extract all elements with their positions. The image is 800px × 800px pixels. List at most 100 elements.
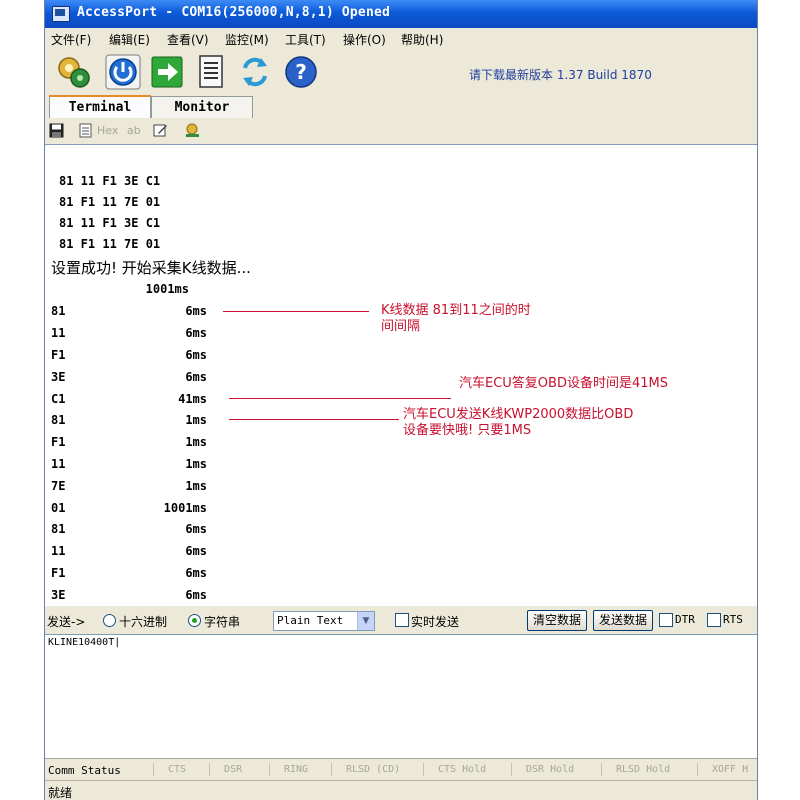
rts-label[interactable]: RTS [723,613,743,626]
menu-bar: 文件(F) 编辑(E) 查看(V) 监控(M) 工具(T) 操作(O) 帮助(H… [45,28,757,50]
document-button[interactable] [193,54,229,90]
comm-status-bar: Comm Status CTS DSR RING RLSD (CD) CTS H… [45,758,757,781]
tab-terminal[interactable]: Terminal [49,95,151,120]
svg-text:?: ? [295,60,307,84]
app-icon [52,6,70,22]
menu-tools[interactable]: 工具(T) [285,31,326,48]
cts-indicator: CTS [153,763,186,776]
hex-label[interactable]: Hex [97,124,118,137]
hex-line: 81 11 F1 3E C1 [59,174,161,188]
menu-edit[interactable]: 编辑(E) [109,31,150,48]
power-icon [105,54,141,90]
byte-value: 81 [51,304,66,318]
interval-value: 6ms [185,304,207,318]
view-tabs: Terminal Monitor [45,94,757,120]
dsr-hold-indicator: DSR Hold [511,763,574,776]
refresh-button[interactable] [237,54,273,90]
app-status-bar: 就绪 [45,780,757,800]
rlsd-hold-indicator: RLSD Hold [601,763,670,776]
hex-view-icon[interactable] [79,123,94,138]
send-input-area[interactable]: KLINE10400T| [45,634,757,759]
send-arrow-button[interactable] [149,54,185,90]
annotation-pointer [229,419,399,420]
interval-value: 1ms [185,413,207,427]
interval-value: 6ms [185,566,207,580]
byte-value: F1 [51,348,66,362]
interval-value: 1ms [185,435,207,449]
byte-value: 11 [51,457,66,471]
xoff-hold-indicator: XOFF H [697,763,748,776]
menu-operate[interactable]: 操作(O) [343,31,386,48]
ring-indicator: RING [269,763,308,776]
send-input-text: KLINE10400T| [48,637,121,648]
interval-value: 6ms [185,326,207,340]
refresh-arrows-icon [243,57,267,87]
interval-value: 6ms [185,522,207,536]
document-icon [199,55,223,88]
byte-value: 81 [51,413,66,427]
clear-data-button[interactable]: 清空数据 [527,610,587,631]
interval-value: 6ms [185,348,207,362]
dtr-label[interactable]: DTR [675,613,695,626]
byte-value: 11 [51,326,66,340]
realtime-send-checkbox[interactable] [395,613,409,627]
power-open-button[interactable] [105,54,141,90]
annotation-k-line-interval: K线数据 81到11之间的时 间间隔 [381,303,531,334]
chevron-down-icon[interactable]: ▼ [357,612,374,630]
hex-radio[interactable] [103,614,116,627]
version-notice[interactable]: 请下载最新版本 1.37 Build 1870 [469,66,652,83]
menu-monitor[interactable]: 监控(M) [225,31,269,48]
ab-label[interactable]: ab [127,124,141,137]
byte-value: F1 [51,435,66,449]
connection-settings-button[interactable] [55,54,91,90]
menu-help[interactable]: 帮助(H) [401,31,443,48]
byte-value: 3E [51,588,66,602]
hex-line: 81 F1 11 7E 01 [59,195,161,209]
app-window: AccessPort - COM16(256000,N,8,1) Opened … [44,0,758,800]
menu-view[interactable]: 查看(V) [167,31,209,48]
interval-value: 1001ms [163,501,207,515]
hex-line: 81 11 F1 3E C1 [59,216,161,230]
byte-value: 01 [51,501,66,515]
title-bar: AccessPort - COM16(256000,N,8,1) Opened [45,0,757,28]
edit-icon[interactable] [153,123,168,138]
byte-value: 3E [51,370,66,384]
string-option-label[interactable]: 字符串 [204,613,240,630]
annotation-pointer [223,311,369,312]
byte-value: F1 [51,566,66,580]
string-radio[interactable] [188,614,201,627]
byte-value: C1 [51,392,66,406]
hex-option-label[interactable]: 十六进制 [119,613,167,630]
format-select[interactable]: Plain Text ▼ [273,611,375,631]
rts-checkbox[interactable] [707,613,721,627]
interval-value: 6ms [185,544,207,558]
comm-status-label: Comm Status [48,764,121,777]
dtr-checkbox[interactable] [659,613,673,627]
hex-line: 81 F1 11 7E 01 [59,237,161,251]
main-toolbar: ? 请下载最新版本 1.37 Build 1870 [45,50,757,95]
annotation-ecu-reply: 汽车ECU答复OBD设备时间是41MS [459,376,668,391]
byte-value: 7E [51,479,66,493]
annotation-ecu-send: 汽车ECU发送K线KWP2000数据比OBD 设备要快哦! 只要1MS [403,407,634,438]
send-data-button[interactable]: 发送数据 [593,610,653,631]
byte-value: 11 [51,544,66,558]
format-select-value: Plain Text [277,614,344,627]
menu-file[interactable]: 文件(F) [51,31,91,48]
terminal-toolbar: Hex ab [45,118,757,144]
tab-monitor[interactable]: Monitor [151,96,253,118]
clear-screen-icon[interactable] [185,123,200,138]
rlsd-indicator: RLSD (CD) [331,763,400,776]
cts-hold-indicator: CTS Hold [423,763,486,776]
save-icon[interactable] [49,123,64,138]
window-title: AccessPort - COM16(256000,N,8,1) Opened [77,5,391,20]
help-icon: ? [285,56,317,88]
help-button[interactable]: ? [283,54,319,90]
interval-value: 6ms [185,588,207,602]
byte-value: 81 [51,522,66,536]
ready-status: 就绪 [48,786,73,800]
terminal-output[interactable]: 81 11 F1 3E C1 81 F1 11 7E 01 81 11 F1 3… [45,144,757,607]
interval-value: 1001ms [145,282,189,296]
realtime-send-label[interactable]: 实时发送 [411,613,459,630]
dsr-indicator: DSR [209,763,242,776]
arrow-right-icon [151,56,183,88]
